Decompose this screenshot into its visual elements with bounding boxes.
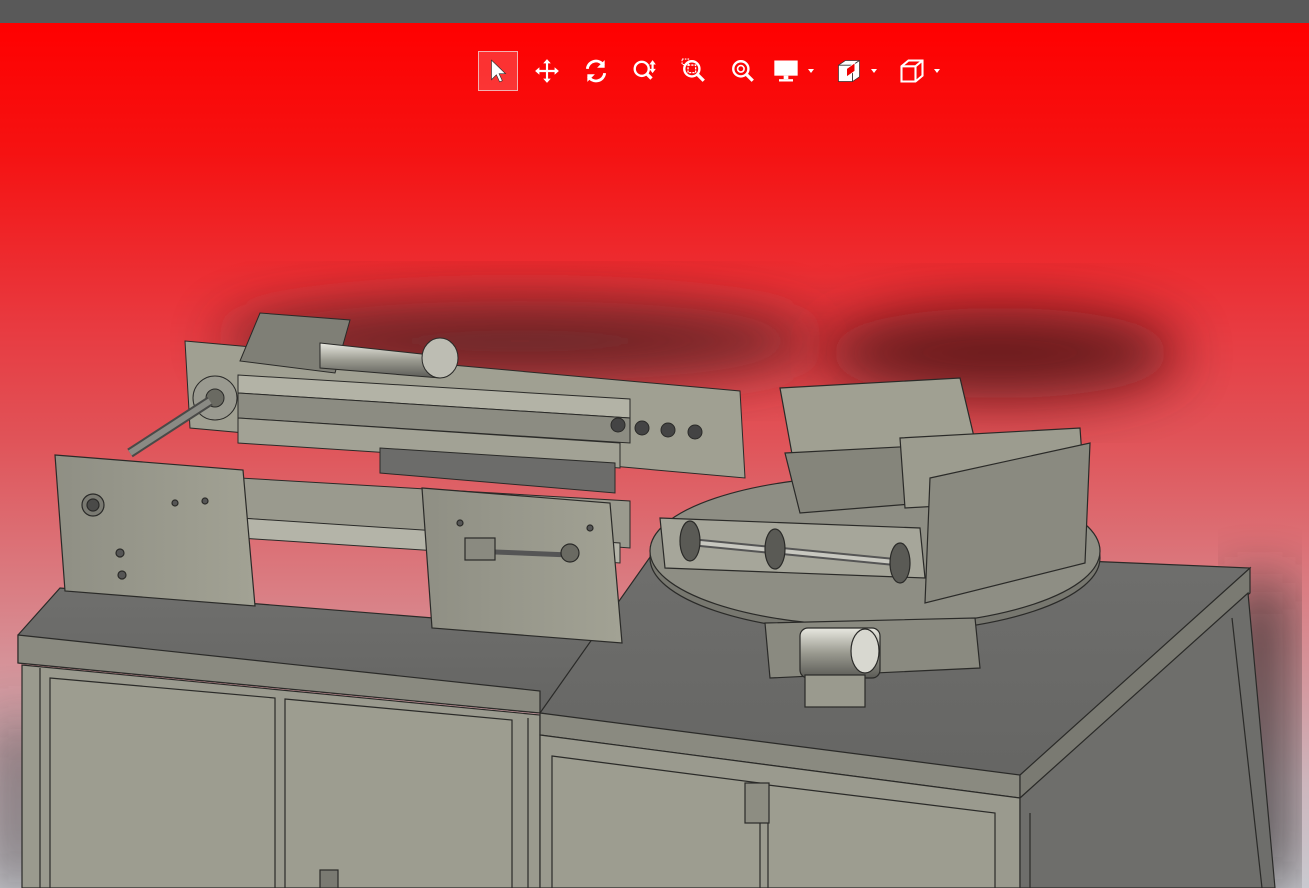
display-mode-dropdown[interactable] (772, 51, 826, 91)
rotate-icon (585, 59, 607, 83)
section-icon (838, 60, 860, 82)
zoom-tool-button[interactable] (625, 51, 665, 91)
chevron-down-icon (871, 69, 877, 73)
zoom-fit-tool-button[interactable] (723, 51, 763, 91)
cursor-arrow-icon (491, 59, 507, 83)
move-arrows-icon (535, 59, 559, 83)
view-toolbar (478, 51, 961, 91)
pan-tool-button[interactable] (527, 51, 567, 91)
cad-model-scene[interactable] (0, 23, 1309, 888)
section-view-dropdown[interactable] (835, 51, 889, 91)
zoom-window-icon (681, 58, 705, 82)
cube-icon (900, 59, 924, 83)
monitor-icon (774, 60, 798, 82)
chevron-down-icon (808, 69, 814, 73)
chevron-down-icon (934, 69, 940, 73)
view-orientation-dropdown[interactable] (898, 51, 952, 91)
zoom-window-tool-button[interactable] (674, 51, 714, 91)
select-tool-button[interactable] (478, 51, 518, 91)
rotate-tool-button[interactable] (576, 51, 616, 91)
window-title-bar (0, 0, 1309, 23)
3d-viewport[interactable] (0, 23, 1309, 888)
zoom-fit-icon (732, 60, 754, 82)
zoom-updown-icon (633, 60, 656, 80)
